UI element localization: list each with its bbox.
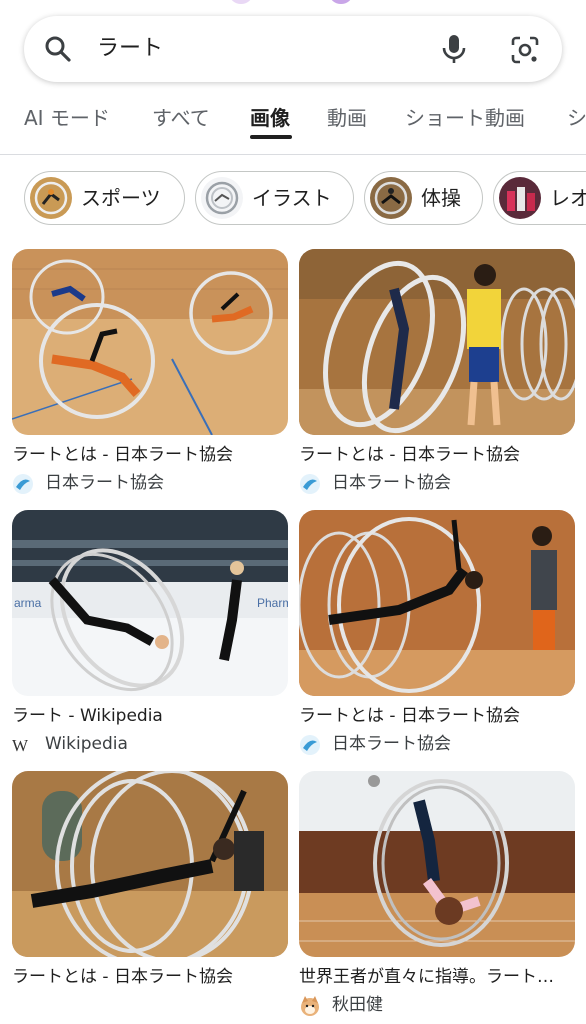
- shiba-dog-avatar-icon: [301, 996, 319, 1016]
- search-icon[interactable]: [44, 35, 72, 63]
- tab-more[interactable]: シ: [567, 104, 586, 132]
- search-tabs: AI モード すべて 画像 動画 ショート動画 シ: [0, 96, 586, 155]
- chip-label: レオ: [550, 186, 586, 210]
- chip-thumbnail: [370, 177, 412, 219]
- microphone-icon[interactable]: [440, 33, 468, 65]
- source-name: 秋田健: [332, 995, 383, 1015]
- chip-thumbnail: [30, 177, 72, 219]
- result-thumbnail[interactable]: [12, 771, 288, 957]
- jra-logo-icon: [13, 474, 33, 494]
- search-query[interactable]: ラート: [97, 34, 163, 64]
- source-name: Wikipedia: [45, 734, 128, 754]
- wikipedia-icon: W: [12, 736, 29, 755]
- tab-all[interactable]: すべて: [152, 104, 210, 132]
- jra-logo-icon: [300, 735, 320, 755]
- result-title[interactable]: ラートとは - 日本ラート協会: [299, 704, 575, 728]
- svg-text:arma: arma: [14, 596, 42, 610]
- chip-sports[interactable]: スポーツ: [24, 171, 185, 225]
- active-tab-indicator: [250, 135, 292, 139]
- top-decoration: [0, 0, 586, 8]
- source-name: 日本ラート協会: [45, 473, 164, 493]
- chip-leo[interactable]: レオ: [493, 171, 586, 225]
- result-title[interactable]: ラートとは - 日本ラート協会: [12, 965, 288, 989]
- chip-thumbnail: [499, 177, 541, 219]
- result-thumbnail[interactable]: [299, 510, 575, 696]
- chip-label: スポーツ: [81, 186, 161, 210]
- svg-text:W: W: [12, 736, 29, 755]
- chip-label: 体操: [421, 186, 461, 210]
- search-bar[interactable]: ラート: [24, 16, 562, 82]
- google-lens-icon[interactable]: [510, 35, 540, 65]
- svg-text:Pharma: Pharma: [257, 596, 288, 610]
- source-name: 日本ラート協会: [332, 734, 451, 754]
- result-title[interactable]: ラートとは - 日本ラート協会: [299, 443, 575, 467]
- tab-images[interactable]: 画像: [250, 104, 290, 132]
- chip-gymnastics[interactable]: 体操: [364, 171, 483, 225]
- tab-ai-mode[interactable]: AI モード: [24, 104, 110, 132]
- result-title[interactable]: 世界王者が直々に指導。ラート…: [299, 965, 575, 989]
- chip-illustration[interactable]: イラスト: [195, 171, 354, 225]
- result-title[interactable]: ラートとは - 日本ラート協会: [12, 443, 288, 467]
- result-thumbnail[interactable]: [299, 771, 575, 957]
- source-name: 日本ラート協会: [332, 473, 451, 493]
- result-thumbnail[interactable]: [12, 249, 288, 435]
- result-thumbnail[interactable]: [299, 249, 575, 435]
- result-thumbnail[interactable]: arma Pharma: [12, 510, 288, 696]
- chip-thumbnail: [201, 177, 243, 219]
- chip-label: イラスト: [252, 186, 332, 210]
- tab-videos[interactable]: 動画: [327, 104, 367, 132]
- tab-short-videos[interactable]: ショート動画: [405, 104, 525, 132]
- jra-logo-icon: [300, 474, 320, 494]
- result-title[interactable]: ラート - Wikipedia: [12, 704, 288, 728]
